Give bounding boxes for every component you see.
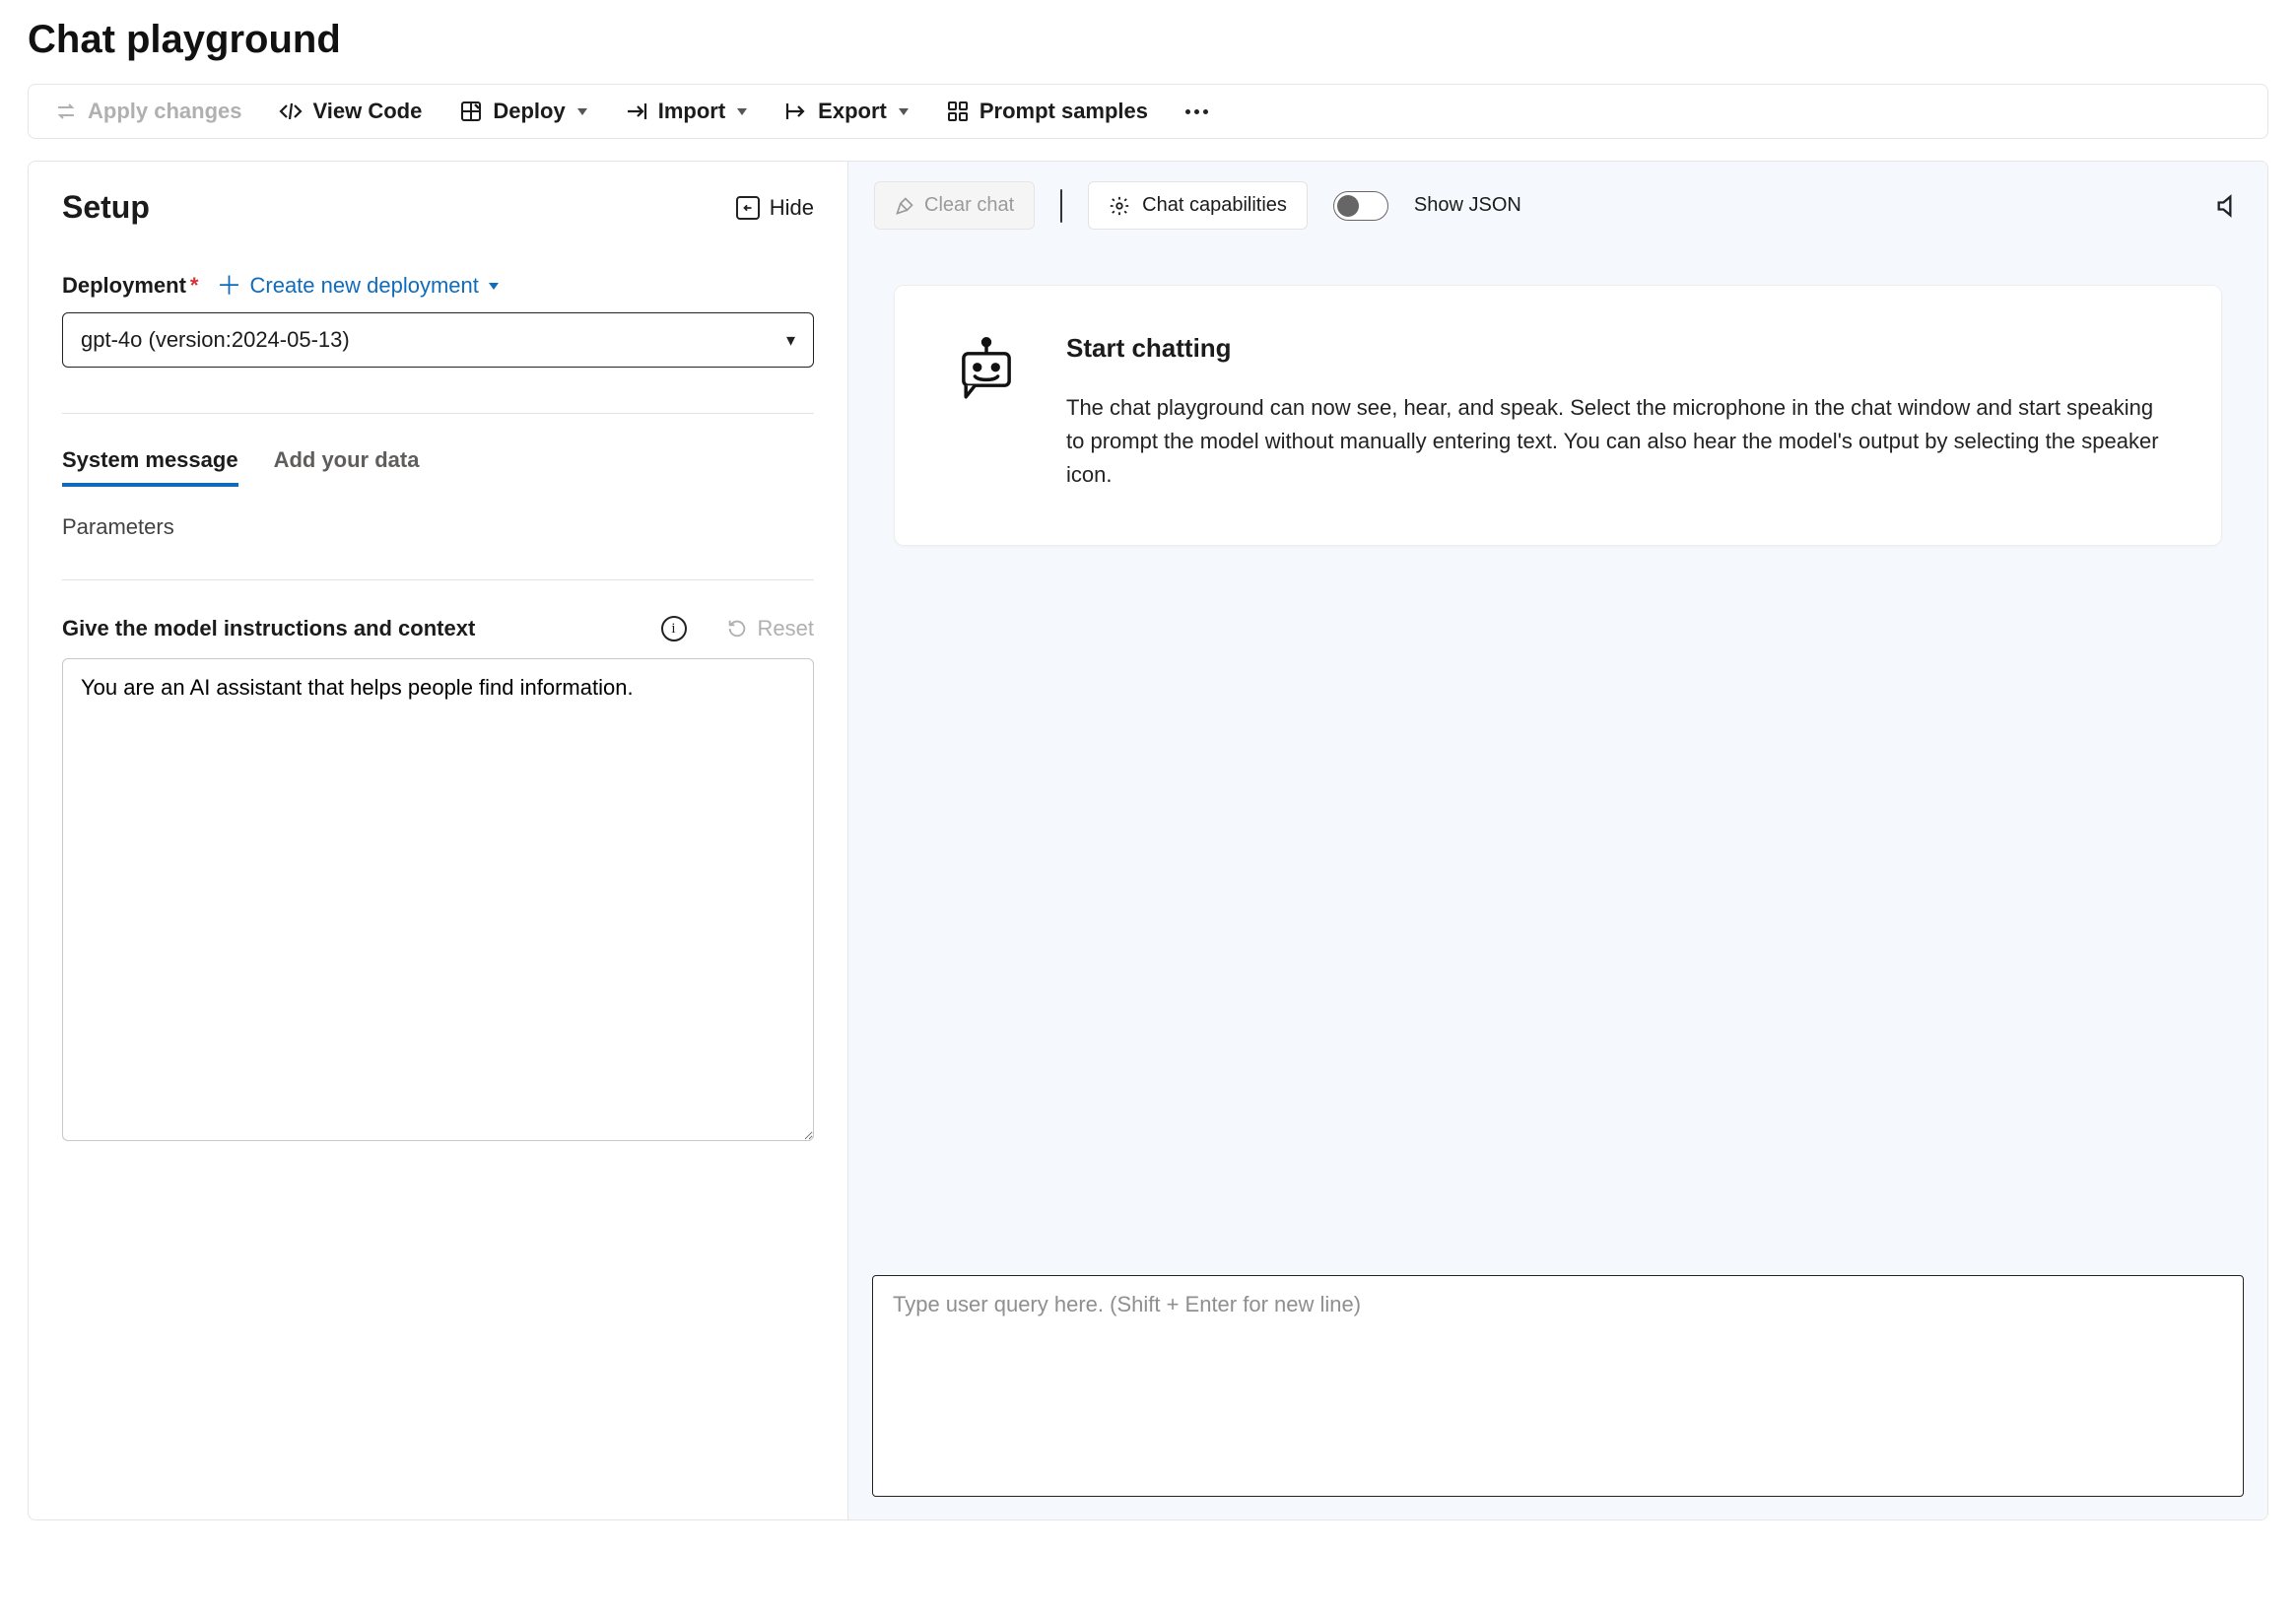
reset-label: Reset — [758, 616, 814, 641]
parameters-link[interactable]: Parameters — [62, 514, 814, 540]
code-icon — [279, 100, 303, 123]
deployment-selected-value: gpt-4o (version:2024-05-13) — [81, 327, 350, 353]
deploy-button[interactable]: Deploy — [459, 99, 586, 124]
more-menu-button[interactable] — [1185, 109, 1208, 114]
gear-icon — [1109, 195, 1130, 217]
chevron-down-icon — [577, 108, 587, 115]
setup-tabs: System message Add your data — [62, 447, 814, 487]
divider — [62, 579, 814, 580]
speaker-button[interactable] — [2214, 192, 2242, 220]
deploy-label: Deploy — [493, 99, 565, 124]
plus-icon: ＋ — [216, 273, 241, 299]
clear-chat-button: Clear chat — [874, 181, 1035, 230]
page-title: Chat playground — [28, 18, 2268, 62]
chevron-down-icon — [489, 283, 499, 290]
export-button[interactable]: Export — [784, 99, 909, 124]
chat-toolbar: Clear chat Chat capabilities Show JSON — [868, 179, 2248, 245]
show-json-toggle[interactable] — [1333, 191, 1388, 221]
start-chatting-card: Start chatting The chat playground can n… — [894, 285, 2222, 546]
show-json-label: Show JSON — [1414, 194, 1521, 217]
tab-add-your-data[interactable]: Add your data — [274, 447, 420, 487]
divider — [62, 413, 814, 414]
export-icon — [784, 100, 808, 123]
main-toolbar: Apply changes View Code Deploy Import — [28, 84, 2268, 139]
deployment-label: Deployment* — [62, 273, 198, 299]
info-icon[interactable]: i — [661, 616, 687, 641]
deploy-icon — [459, 100, 483, 123]
setup-title: Setup — [62, 189, 150, 226]
create-deployment-button[interactable]: ＋ Create new deployment — [216, 273, 498, 299]
swap-icon — [54, 100, 78, 123]
clear-chat-label: Clear chat — [924, 194, 1014, 217]
reset-button: Reset — [726, 616, 814, 641]
view-code-label: View Code — [312, 99, 422, 124]
prompt-samples-label: Prompt samples — [979, 99, 1148, 124]
speaker-icon — [2214, 192, 2242, 220]
prompt-samples-button[interactable]: Prompt samples — [946, 99, 1148, 124]
divider — [1060, 189, 1062, 223]
deployment-select[interactable]: gpt-4o (version:2024-05-13) ▾ — [62, 312, 814, 368]
start-chatting-body: The chat playground can now see, hear, a… — [1066, 391, 2166, 492]
apply-changes-button: Apply changes — [54, 99, 241, 124]
chat-capabilities-button[interactable]: Chat capabilities — [1088, 181, 1308, 230]
chat-capabilities-label: Chat capabilities — [1142, 194, 1287, 217]
chevron-down-icon — [737, 108, 747, 115]
hide-label: Hide — [770, 195, 814, 221]
chat-panel: Clear chat Chat capabilities Show JSON — [848, 162, 2267, 1519]
import-button[interactable]: Import — [625, 99, 747, 124]
instructions-label: Give the model instructions and context — [62, 614, 475, 644]
tab-system-message[interactable]: System message — [62, 447, 238, 487]
apply-changes-label: Apply changes — [88, 99, 241, 124]
chevron-down-icon — [899, 108, 909, 115]
import-icon — [625, 100, 648, 123]
playground-split: Setup Hide Deployment* ＋ Create new depl… — [28, 161, 2268, 1520]
chevron-down-icon: ▾ — [786, 330, 795, 351]
robot-icon — [950, 333, 1023, 411]
create-deployment-label: Create new deployment — [250, 273, 479, 299]
broom-icon — [895, 196, 914, 216]
hide-panel-button[interactable]: Hide — [736, 195, 814, 221]
import-label: Import — [658, 99, 725, 124]
start-chatting-title: Start chatting — [1066, 333, 2166, 364]
grid-icon — [946, 100, 970, 123]
user-query-input[interactable] — [872, 1275, 2244, 1497]
system-message-textarea[interactable] — [62, 658, 814, 1141]
view-code-button[interactable]: View Code — [279, 99, 422, 124]
setup-panel: Setup Hide Deployment* ＋ Create new depl… — [29, 162, 848, 1519]
export-label: Export — [818, 99, 887, 124]
collapse-icon — [736, 196, 760, 220]
